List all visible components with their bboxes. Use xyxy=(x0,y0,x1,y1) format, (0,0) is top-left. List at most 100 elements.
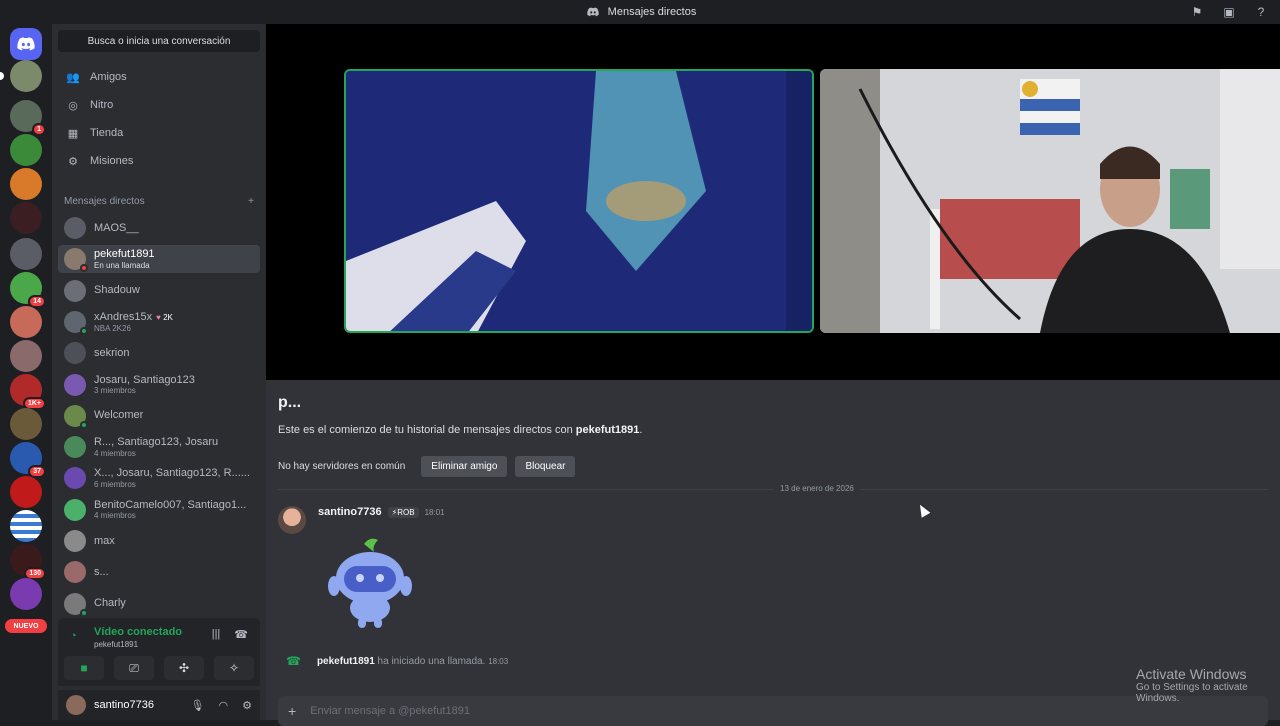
headphones-icon[interactable]: ◠ xyxy=(219,699,229,712)
dm-item[interactable]: max xyxy=(58,527,260,555)
help-icon[interactable]: ? xyxy=(1252,3,1270,21)
new-badge[interactable]: NUEVO xyxy=(5,619,47,633)
message-composer[interactable]: + Enviar mensaje a @pekefut1891 xyxy=(278,696,1268,726)
avatar[interactable] xyxy=(66,695,86,715)
server-icon[interactable] xyxy=(10,168,42,200)
dm-name: Shadouw xyxy=(94,284,140,297)
server-icon[interactable] xyxy=(0,60,42,92)
dm-item[interactable]: pekefut1891 En una llamada xyxy=(58,245,260,274)
voice-panel: ◔ Vídeo conectado pekefut1891 ||| ☎ ■ ⎚ … xyxy=(58,618,260,686)
server-icon[interactable]: 37 xyxy=(10,442,46,478)
server-icon[interactable] xyxy=(10,306,42,338)
inbox-icon[interactable]: ▣ xyxy=(1220,3,1238,21)
dm-name: R..., Santiago123, Josaru xyxy=(94,436,219,449)
attach-plus-icon[interactable]: + xyxy=(288,703,296,719)
status-indicator xyxy=(80,608,88,617)
microphone-icon[interactable]: 🎙 xyxy=(191,699,205,712)
voice-status[interactable]: Vídeo conectado xyxy=(94,626,182,638)
dm-intro-text: Este es el comienzo de tu historial de m… xyxy=(278,424,642,436)
nav-item-shop[interactable]: ▦ Tienda xyxy=(58,120,260,146)
friends-icon: 👥 xyxy=(66,71,80,84)
username[interactable]: santino7736 xyxy=(94,699,183,711)
server-icon[interactable]: 14 xyxy=(10,272,46,308)
dm-item[interactable]: X..., Josaru, Santiago123, R...... 6 miem… xyxy=(58,464,260,492)
dm-item[interactable]: Welcomer xyxy=(58,402,260,430)
soundboard-button[interactable]: ✧ xyxy=(214,656,254,680)
server-icon[interactable]: 1 xyxy=(10,100,46,136)
noise-suppression-icon[interactable]: ||| xyxy=(212,628,221,641)
dm-sidebar: Busca o inicia una conversación 👥 Amigos… xyxy=(52,24,266,720)
avatar xyxy=(64,342,86,365)
activities-button[interactable]: ✣ xyxy=(164,656,204,680)
dm-name: Welcomer xyxy=(94,409,144,422)
server-icon[interactable] xyxy=(10,578,42,610)
add-dm-icon[interactable]: + xyxy=(248,196,254,207)
dm-item[interactable]: Shadouw xyxy=(58,277,260,305)
dm-subtitle: 4 miembros xyxy=(94,511,136,521)
wumpus-sticker[interactable] xyxy=(326,536,416,632)
avatar xyxy=(64,498,86,521)
dm-name: Josaru, Santiago123 xyxy=(94,373,195,386)
discord-logo-icon xyxy=(17,37,35,51)
mouse-cursor-icon xyxy=(915,502,931,518)
server-icon[interactable] xyxy=(10,202,42,234)
composer-placeholder[interactable]: Enviar mensaje a @pekefut1891 xyxy=(310,705,470,717)
screen-share-button[interactable]: ⎚ xyxy=(114,656,154,680)
nav-label: Tienda xyxy=(90,127,124,139)
server-icon[interactable] xyxy=(10,408,42,440)
flag-icon[interactable]: ⚑ xyxy=(1188,3,1206,21)
dm-item[interactable]: BenitoCamelo007, Santiago1... 4 miembros xyxy=(58,496,260,524)
main-panel: p... Este es el comienzo de tu historial… xyxy=(266,24,1280,726)
title-bar-center: Mensajes directos xyxy=(584,3,696,21)
message-header: santino7736 ⚡ROB 18:01 xyxy=(318,506,445,518)
nav-label: Nitro xyxy=(90,99,114,111)
nitro-icon: ◎ xyxy=(68,99,78,112)
date-divider-label: 13 de enero de 2026 xyxy=(774,484,860,493)
dm-item[interactable]: s... xyxy=(58,558,260,586)
system-text: ha iniciado una llamada. xyxy=(377,655,486,667)
system-author[interactable]: pekefut1891 xyxy=(317,656,375,667)
dm-item[interactable]: R..., Santiago123, Josaru 4 miembros xyxy=(58,433,260,461)
no-common-servers: No hay servidores en común xyxy=(278,461,406,472)
nav-label: Misiones xyxy=(90,155,134,167)
dm-subtitle: 6 miembros xyxy=(94,480,136,490)
phone-icon: ☎ xyxy=(286,654,301,668)
message-author[interactable]: santino7736 xyxy=(318,506,382,518)
nav-item-friends[interactable]: 👥 Amigos xyxy=(58,64,260,90)
dm-subtitle: En una llamada xyxy=(94,261,150,271)
search-conversation-button[interactable]: Busca o inicia una conversación xyxy=(58,30,260,52)
settings-icon[interactable]: ⚙ xyxy=(242,699,252,712)
server-rail: 1 14 1K+ 37 130 NUEVO xyxy=(0,24,52,720)
dm-item[interactable]: Josaru, Santiago123 3 miembros xyxy=(58,371,260,399)
avatar xyxy=(64,279,86,302)
server-icon[interactable] xyxy=(10,238,42,270)
clan-tag[interactable]: ⚡ROB xyxy=(387,506,419,518)
server-icon[interactable] xyxy=(10,340,42,372)
camera-button[interactable]: ■ xyxy=(64,656,104,680)
discord-icon xyxy=(584,3,602,21)
intro-prefix: Este es el comienzo de tu historial de m… xyxy=(278,424,576,436)
dm-item[interactable]: xAndres15x ♥ 2K NBA 2K26 xyxy=(58,308,260,336)
dm-item[interactable]: Charly xyxy=(58,590,260,618)
video-tile-local[interactable] xyxy=(820,69,1280,333)
user-panel: santino7736 🎙 ◠ ⚙ xyxy=(58,690,260,720)
server-icon[interactable]: 130 xyxy=(10,544,46,580)
server-icon[interactable] xyxy=(10,134,42,166)
dm-item[interactable]: MAOS__ xyxy=(58,214,260,242)
nav-item-nitro[interactable]: ◎ Nitro xyxy=(58,92,260,118)
home-button[interactable] xyxy=(10,28,42,60)
video-tile-remote[interactable] xyxy=(344,69,814,333)
server-icon[interactable] xyxy=(10,476,42,508)
avatar[interactable] xyxy=(278,506,306,534)
remove-friend-button[interactable]: Eliminar amigo xyxy=(421,456,508,477)
server-icon[interactable] xyxy=(10,510,42,542)
voice-channel[interactable]: pekefut1891 xyxy=(94,640,138,649)
disconnect-icon[interactable]: ☎ xyxy=(234,628,248,641)
server-icon[interactable]: 1K+ xyxy=(10,374,46,410)
block-button[interactable]: Bloquear xyxy=(515,456,576,477)
nav-item-quests[interactable]: ⚙ Misiones xyxy=(58,148,260,174)
dm-item[interactable]: sekrion xyxy=(58,339,260,367)
watermark-line1: Activate Windows xyxy=(1136,666,1247,682)
signal-icon: ◔ xyxy=(70,630,77,642)
watermark-line2: Go to Settings to activate Windows. xyxy=(1136,682,1248,704)
